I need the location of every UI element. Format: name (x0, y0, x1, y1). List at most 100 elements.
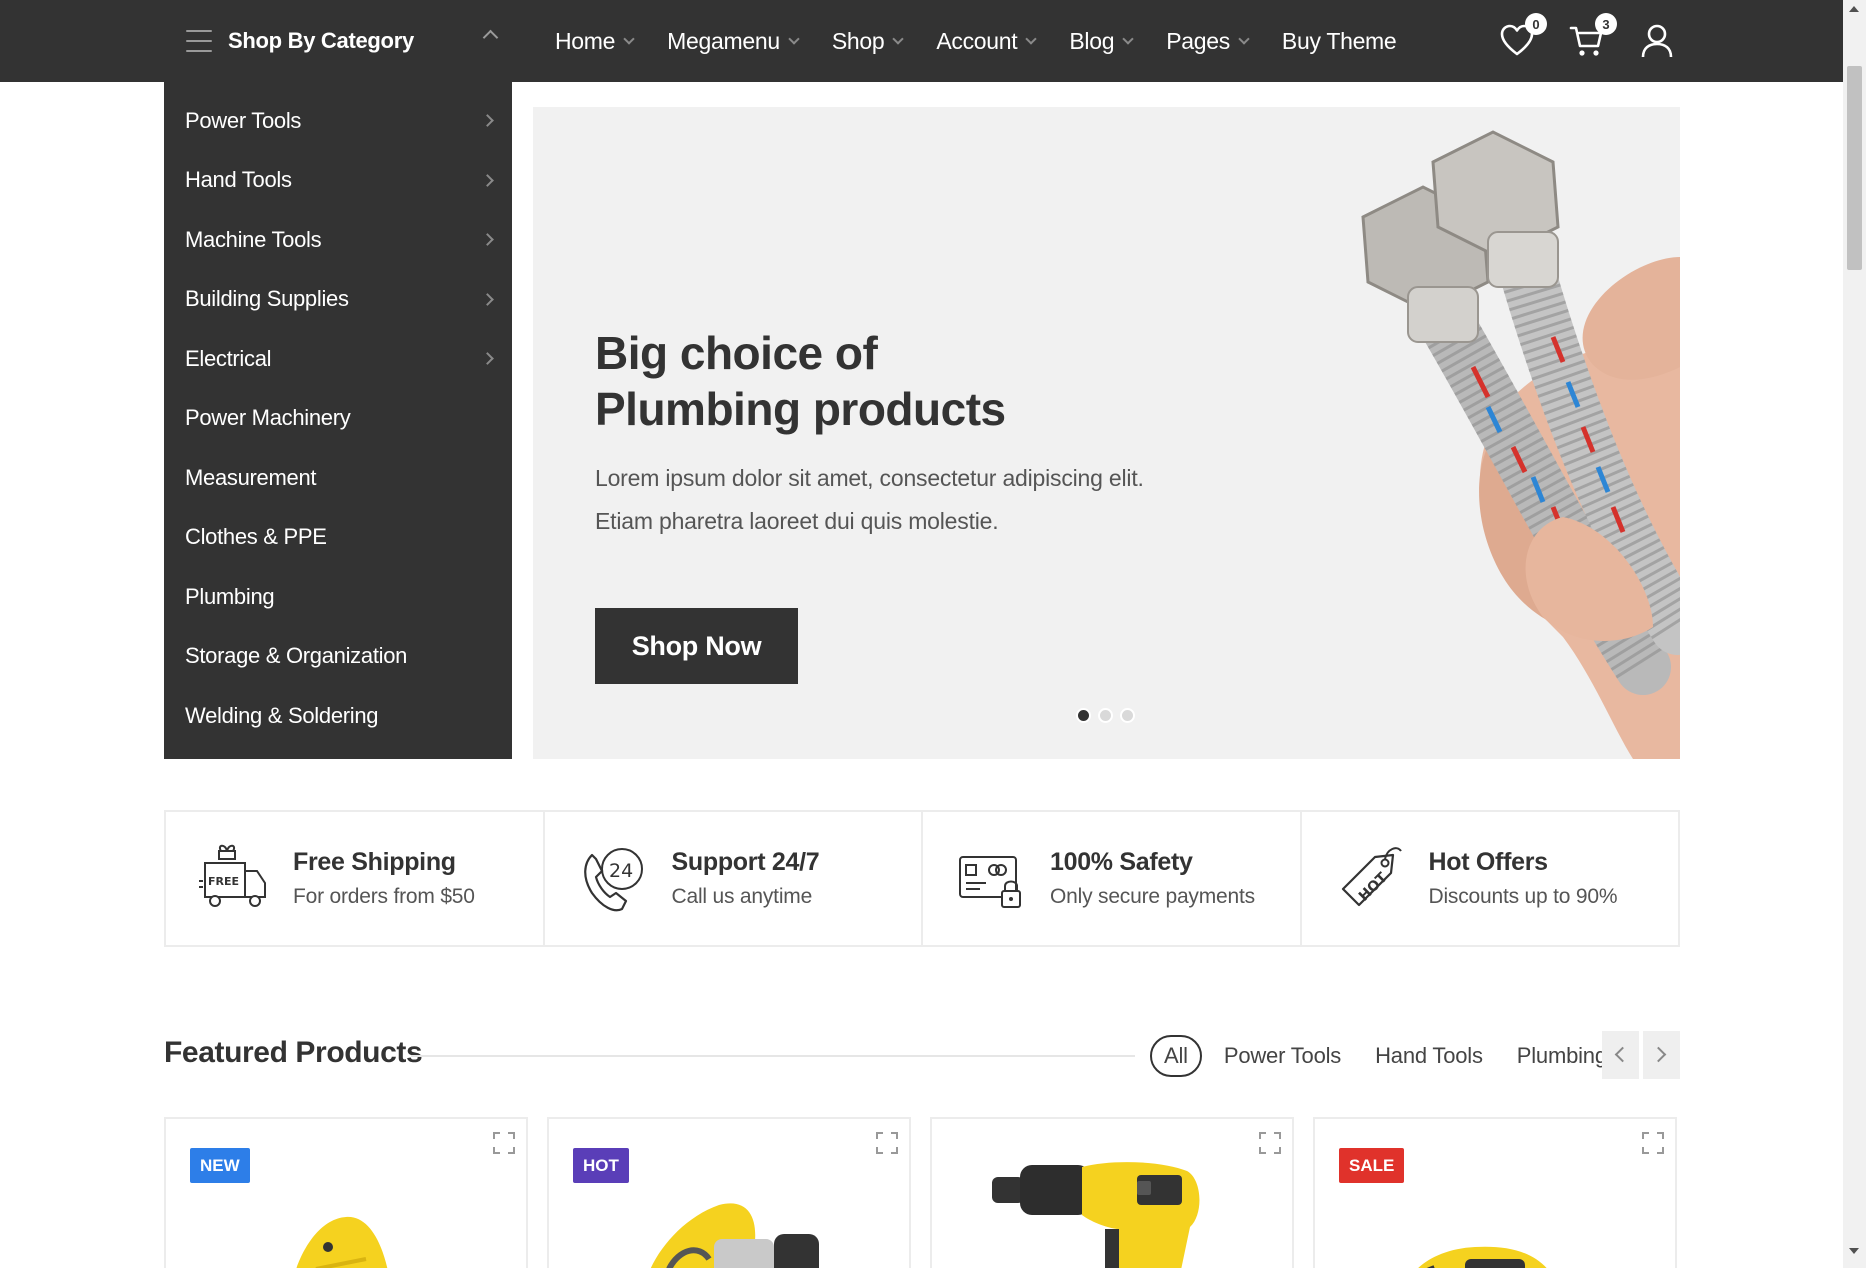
product-carousel: NEW HOT SALE (164, 1117, 1677, 1268)
user-icon (1641, 24, 1673, 58)
nav-megamenu[interactable]: Megamenu (667, 27, 800, 55)
feature-title: 100% Safety (1050, 848, 1193, 876)
nav-blog[interactable]: Blog (1069, 27, 1134, 55)
chevron-right-icon (1650, 1046, 1667, 1063)
page: Shop By Category Home Megamenu Shop Acco… (0, 0, 1843, 1268)
account-button[interactable] (1639, 23, 1675, 59)
hero-hose-hand-image (1361, 130, 1680, 759)
nav-megamenu-label: Megamenu (667, 27, 780, 54)
category-label: Clothes & PPE (185, 524, 327, 550)
category-item-welding-soldering[interactable]: Welding & Soldering (164, 686, 512, 746)
expand-icon[interactable] (492, 1131, 516, 1155)
feature-subtitle: Discounts up to 90% (1428, 885, 1618, 908)
chevron-right-icon (481, 173, 494, 187)
nav-account[interactable]: Account (936, 28, 1038, 55)
chevron-down-icon (892, 32, 905, 45)
chevron-right-icon (481, 352, 494, 366)
nav-buy-theme[interactable]: Buy Theme (1282, 28, 1397, 55)
category-label: Machine Tools (185, 226, 322, 252)
product-image (296, 1216, 388, 1268)
wishlist-button[interactable]: 0 (1499, 13, 1547, 59)
shop-now-button[interactable]: Shop Now (595, 608, 798, 684)
hot-tag-icon: HOT (1341, 846, 1402, 906)
product-card[interactable]: HOT (547, 1117, 911, 1268)
feature-hot-offers: HOT Hot Offers Discounts up to 90% (1302, 812, 1679, 945)
category-menu: Power Tools Hand Tools Machine Tools Bui… (164, 82, 512, 759)
category-item-electrical[interactable]: Electrical (164, 329, 512, 389)
feature-free-shipping: FREE Free Shipping For orders from $50 (166, 812, 545, 945)
support-24-phone-icon: 24 (583, 847, 643, 911)
carousel-next-button[interactable] (1643, 1031, 1680, 1079)
product-badge: SALE (1339, 1148, 1405, 1183)
slider-dot-2[interactable] (1098, 708, 1113, 723)
category-label: Welding & Soldering (185, 702, 379, 728)
nav-blog-label: Blog (1069, 27, 1115, 54)
cart-button[interactable]: 3 (1569, 13, 1617, 59)
nav-home-label: Home (555, 27, 616, 54)
expand-icon[interactable] (1641, 1131, 1665, 1155)
feature-text: Support 24/7 Call us anytime (672, 848, 820, 909)
section-divider (411, 1055, 1135, 1057)
slider-dot-3[interactable] (1120, 708, 1135, 723)
shop-by-category-label: Shop By Category (228, 28, 414, 53)
main-menu: Home Megamenu Shop Account Blog Pages Bu… (555, 0, 1430, 82)
vertical-scrollbar[interactable] (1843, 0, 1866, 1268)
secure-card-lock-icon (959, 855, 1021, 908)
nav-shop[interactable]: Shop (832, 28, 905, 55)
scroll-down-arrow-icon[interactable] (1849, 1248, 1859, 1254)
category-item-power-tools[interactable]: Power Tools (164, 91, 512, 151)
nav-home[interactable]: Home (555, 27, 635, 55)
carousel-prev-button[interactable] (1602, 1031, 1639, 1079)
category-item-hand-tools[interactable]: Hand Tools (164, 151, 512, 211)
hero-title: Big choice of Plumbing products (595, 325, 1015, 437)
product-card[interactable]: NEW (164, 1117, 528, 1268)
category-item-building-supplies[interactable]: Building Supplies (164, 270, 512, 330)
category-item-plumbing[interactable]: Plumbing (164, 567, 512, 627)
svg-text:HOT: HOT (1355, 869, 1390, 904)
shop-by-category-button[interactable]: Shop By Category (164, 0, 512, 82)
chevron-left-icon (1614, 1046, 1631, 1063)
product-badge: NEW (190, 1148, 250, 1183)
chevron-right-icon (481, 233, 494, 247)
hero-title-line1: Big choice of (595, 327, 878, 379)
product-card[interactable] (930, 1117, 1294, 1268)
expand-icon[interactable] (1258, 1131, 1282, 1155)
feature-text: Free Shipping For orders from $50 (293, 848, 475, 909)
scroll-up-arrow-icon[interactable] (1849, 6, 1859, 12)
category-item-measurement[interactable]: Measurement (164, 448, 512, 508)
category-label: Power Tools (185, 107, 302, 133)
category-item-machine-tools[interactable]: Machine Tools (164, 210, 512, 270)
tab-hand-tools[interactable]: Hand Tools (1375, 1043, 1483, 1069)
category-item-clothes-ppe[interactable]: Clothes & PPE (164, 508, 512, 568)
tab-power-tools[interactable]: Power Tools (1224, 1043, 1341, 1069)
nav-pages-label: Pages (1166, 27, 1230, 54)
features-strip: FREE Free Shipping For orders from $50 2… (164, 810, 1680, 947)
feature-subtitle: For orders from $50 (293, 885, 475, 908)
product-image (650, 1203, 819, 1268)
product-image (1418, 1246, 1547, 1268)
featured-tabs: All Power Tools Hand Tools Plumbing (1150, 1035, 1641, 1077)
tab-all[interactable]: All (1150, 1035, 1202, 1077)
slider-pagination (1076, 708, 1142, 723)
hero-slider: Big choice of Plumbing products Lorem ip… (533, 107, 1680, 759)
scrollbar-thumb[interactable] (1847, 66, 1862, 270)
chevron-down-icon (1122, 32, 1134, 45)
hero-title-line2: Plumbing products (595, 383, 1006, 435)
category-label: Hand Tools (185, 167, 292, 193)
nav-pages[interactable]: Pages (1166, 27, 1250, 55)
svg-text:24: 24 (609, 860, 633, 882)
expand-icon[interactable] (875, 1131, 899, 1155)
product-card[interactable]: SALE (1313, 1117, 1677, 1268)
chevron-down-icon (788, 32, 800, 45)
category-item-storage-organization[interactable]: Storage & Organization (164, 627, 512, 687)
chevron-down-icon (1025, 32, 1038, 45)
category-label: Measurement (185, 464, 317, 490)
feature-title: Free Shipping (293, 848, 456, 876)
slider-dot-1[interactable] (1076, 708, 1091, 723)
header-icons: 0 3 (1465, 0, 1675, 82)
category-item-power-machinery[interactable]: Power Machinery (164, 389, 512, 449)
feature-subtitle: Only secure payments (1050, 885, 1255, 908)
tab-plumbing[interactable]: Plumbing (1517, 1043, 1607, 1069)
hamburger-icon (186, 30, 212, 52)
feature-subtitle: Call us anytime (671, 885, 813, 908)
